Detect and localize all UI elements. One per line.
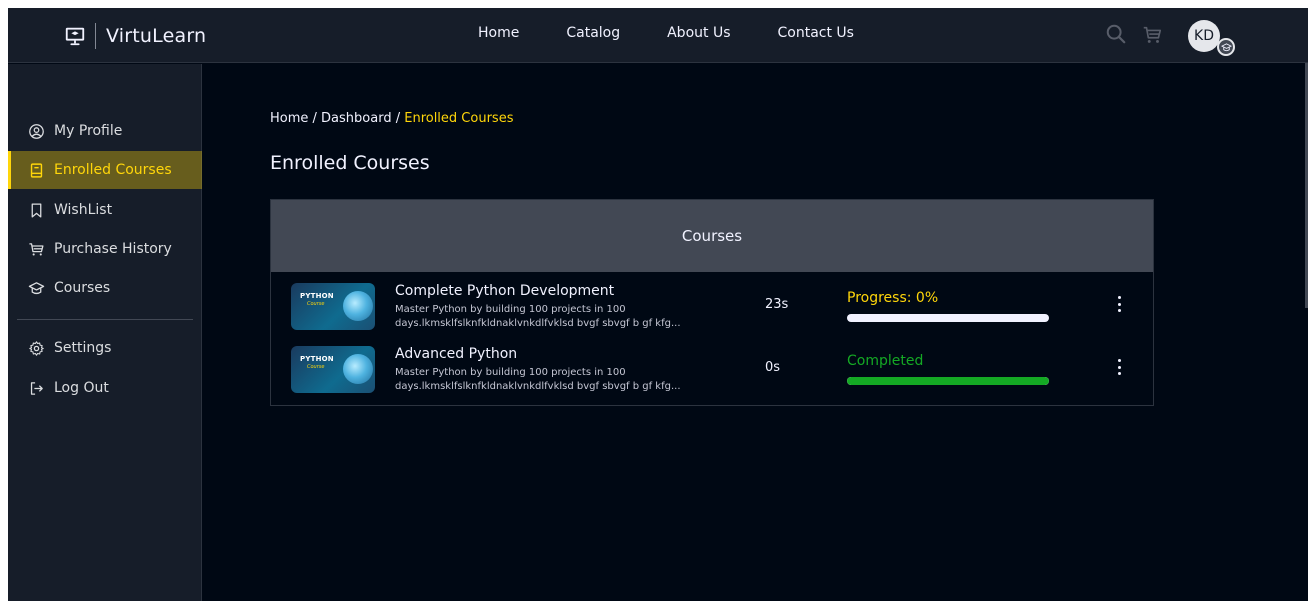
- progress-label: Progress: 0%: [847, 290, 939, 306]
- course-description: Master Python by building 100 projects i…: [395, 367, 681, 392]
- progress-bar: [847, 377, 1049, 385]
- sidebar-item-label: My Profile: [54, 123, 123, 139]
- cart-icon: [29, 242, 44, 256]
- graduation-cap-icon: [28, 281, 45, 294]
- gear-icon: [29, 340, 44, 356]
- course-name[interactable]: Complete Python Development: [395, 283, 614, 299]
- progress-bar-fill: [847, 377, 1049, 385]
- sidebar-item-label: Purchase History: [54, 241, 172, 257]
- avatar[interactable]: KD: [1188, 20, 1220, 52]
- navbar: VirtuLearn Home Catalog About Us Contact…: [8, 8, 1308, 63]
- more-options-icon[interactable]: [1111, 294, 1127, 314]
- avatar-initials: KD: [1194, 28, 1214, 44]
- table-row[interactable]: PYTHON Course Complete Python Developmen…: [271, 274, 1153, 334]
- breadcrumb-home[interactable]: Home: [270, 111, 308, 126]
- logout-icon: [30, 381, 43, 395]
- course-name[interactable]: Advanced Python: [395, 346, 517, 362]
- table-row[interactable]: PYTHON Course Advanced Python Master Pyt…: [271, 337, 1153, 397]
- breadcrumb-current: Enrolled Courses: [404, 111, 514, 126]
- sidebar-divider: [17, 319, 193, 320]
- thumbnail-title: PYTHON: [300, 292, 334, 300]
- table-header: Courses: [271, 200, 1153, 272]
- cart-icon[interactable]: [1141, 24, 1163, 46]
- logo[interactable]: VirtuLearn: [64, 22, 206, 50]
- sidebar: My Profile Enrolled Courses WishList Pur…: [8, 64, 202, 601]
- sidebar-item-purchase-history[interactable]: Purchase History: [8, 230, 202, 268]
- bookmark-icon: [31, 202, 42, 218]
- sidebar-item-courses[interactable]: Courses: [8, 269, 202, 307]
- more-options-icon[interactable]: [1111, 357, 1127, 377]
- nav-link-home[interactable]: Home: [478, 25, 519, 41]
- book-icon: [30, 162, 43, 178]
- sidebar-item-label: Enrolled Courses: [54, 162, 172, 178]
- table-header-courses: Courses: [681, 227, 743, 245]
- sidebar-item-label: Settings: [54, 340, 112, 356]
- search-icon[interactable]: [1105, 23, 1127, 45]
- breadcrumb-separator: /: [391, 111, 405, 126]
- nav-link-catalog[interactable]: Catalog: [566, 25, 620, 41]
- logo-divider: [95, 23, 96, 49]
- nav-link-about[interactable]: About Us: [667, 25, 730, 41]
- breadcrumb-separator: /: [308, 111, 322, 126]
- sidebar-item-label: Courses: [54, 280, 111, 296]
- progress-bar: [847, 314, 1049, 322]
- thumbnail-subtitle: Course: [307, 364, 325, 370]
- sidebar-item-wishlist[interactable]: WishList: [8, 191, 202, 229]
- nav-link-contact[interactable]: Contact Us: [778, 25, 854, 41]
- course-thumbnail: PYTHON Course: [291, 283, 375, 330]
- graduation-cap-icon: [1220, 42, 1232, 51]
- course-description: Master Python by building 100 projects i…: [395, 304, 681, 329]
- brain-graphic: [343, 291, 373, 321]
- progress-label: Completed: [847, 353, 924, 369]
- nav-links: Home Catalog About Us Contact Us: [478, 25, 901, 41]
- course-duration: 23s: [765, 297, 789, 312]
- brand-name: VirtuLearn: [106, 25, 207, 47]
- sidebar-item-label: WishList: [54, 202, 113, 218]
- sidebar-item-enrolled-courses[interactable]: Enrolled Courses: [8, 151, 202, 189]
- user-circle-icon: [29, 123, 44, 139]
- thumbnail-subtitle: Course: [307, 301, 325, 307]
- brain-graphic: [343, 354, 373, 384]
- course-thumbnail: PYTHON Course: [291, 346, 375, 393]
- enrolled-courses-table: Courses PYTHON Course Complete Python De…: [270, 199, 1154, 406]
- page-title: Enrolled Courses: [270, 152, 430, 174]
- breadcrumb: Home / Dashboard / Enrolled Courses: [270, 111, 513, 126]
- course-duration: 0s: [765, 360, 781, 375]
- sidebar-item-logout[interactable]: Log Out: [8, 369, 202, 407]
- monitor-logo-icon: [65, 27, 85, 46]
- sidebar-item-settings[interactable]: Settings: [8, 329, 202, 367]
- thumbnail-title: PYTHON: [300, 355, 334, 363]
- sidebar-item-my-profile[interactable]: My Profile: [8, 112, 202, 150]
- breadcrumb-dashboard[interactable]: Dashboard: [321, 111, 392, 126]
- app-window: VirtuLearn Home Catalog About Us Contact…: [8, 8, 1308, 601]
- page-scrollbar[interactable]: [1305, 63, 1308, 308]
- instructor-badge: [1217, 38, 1235, 56]
- sidebar-item-label: Log Out: [54, 380, 109, 396]
